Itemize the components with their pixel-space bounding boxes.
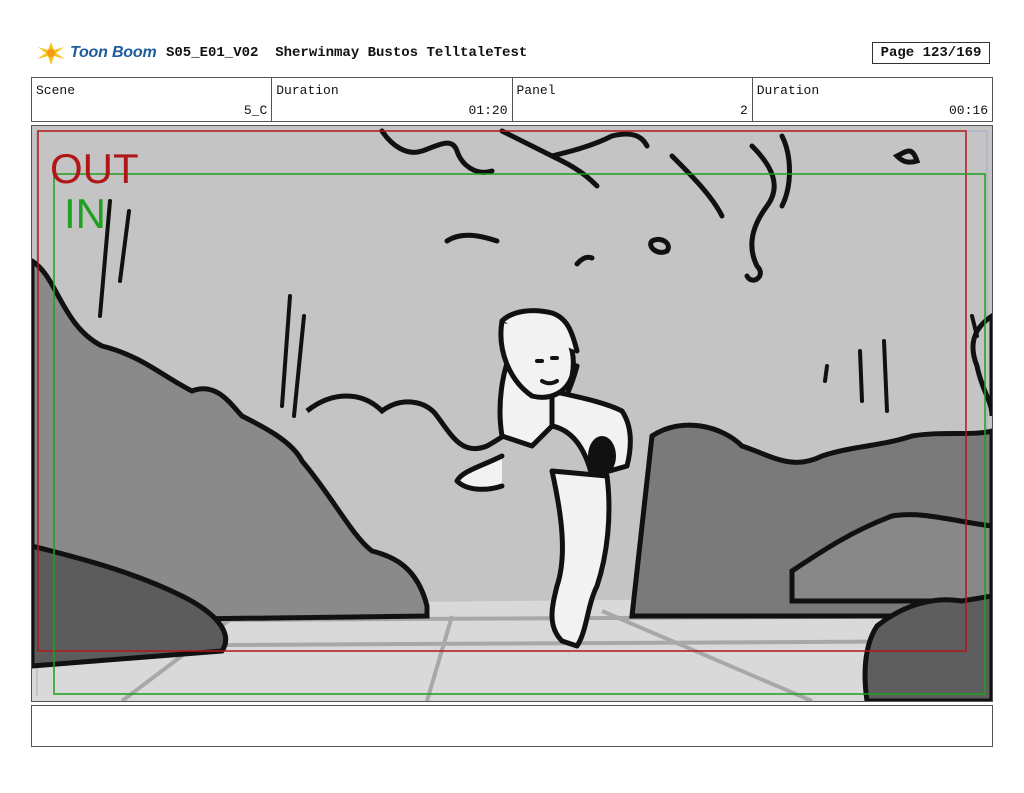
out-frame-label: OUT — [50, 145, 139, 192]
panel-info-row: Scene 5_C Duration 01:20 Panel 2 Duratio… — [31, 77, 993, 122]
scene-value: 5_C — [243, 103, 268, 118]
panel-cell: Panel 2 — [513, 78, 753, 121]
panel-duration-label: Duration — [756, 83, 820, 98]
storyboard-sketch — [32, 126, 992, 701]
panel-duration-value: 00:16 — [948, 103, 988, 118]
scene-cell: Scene 5_C — [32, 78, 273, 121]
panel-value: 2 — [739, 103, 748, 118]
scene-duration-cell: Duration 01:20 — [272, 78, 513, 121]
panel-duration-cell: Duration 00:16 — [753, 78, 992, 121]
toon-boom-logo: Toon Boom — [34, 38, 157, 68]
logo-text: Toon Boom — [70, 44, 157, 61]
scene-label: Scene — [36, 83, 76, 98]
in-frame-label: IN — [64, 190, 106, 237]
starburst-logo-icon — [37, 42, 65, 65]
document-title: S05_E01_V02 Sherwinmay Bustos TelltaleTe… — [166, 45, 528, 61]
panel-notes-box — [31, 705, 993, 747]
storyboard-panel: OUT IN — [31, 125, 993, 702]
scene-duration-label: Duration — [276, 83, 339, 98]
panel-label: Panel — [516, 83, 556, 98]
page-number: Page 123/169 — [872, 42, 990, 64]
scene-duration-value: 01:20 — [468, 103, 508, 118]
